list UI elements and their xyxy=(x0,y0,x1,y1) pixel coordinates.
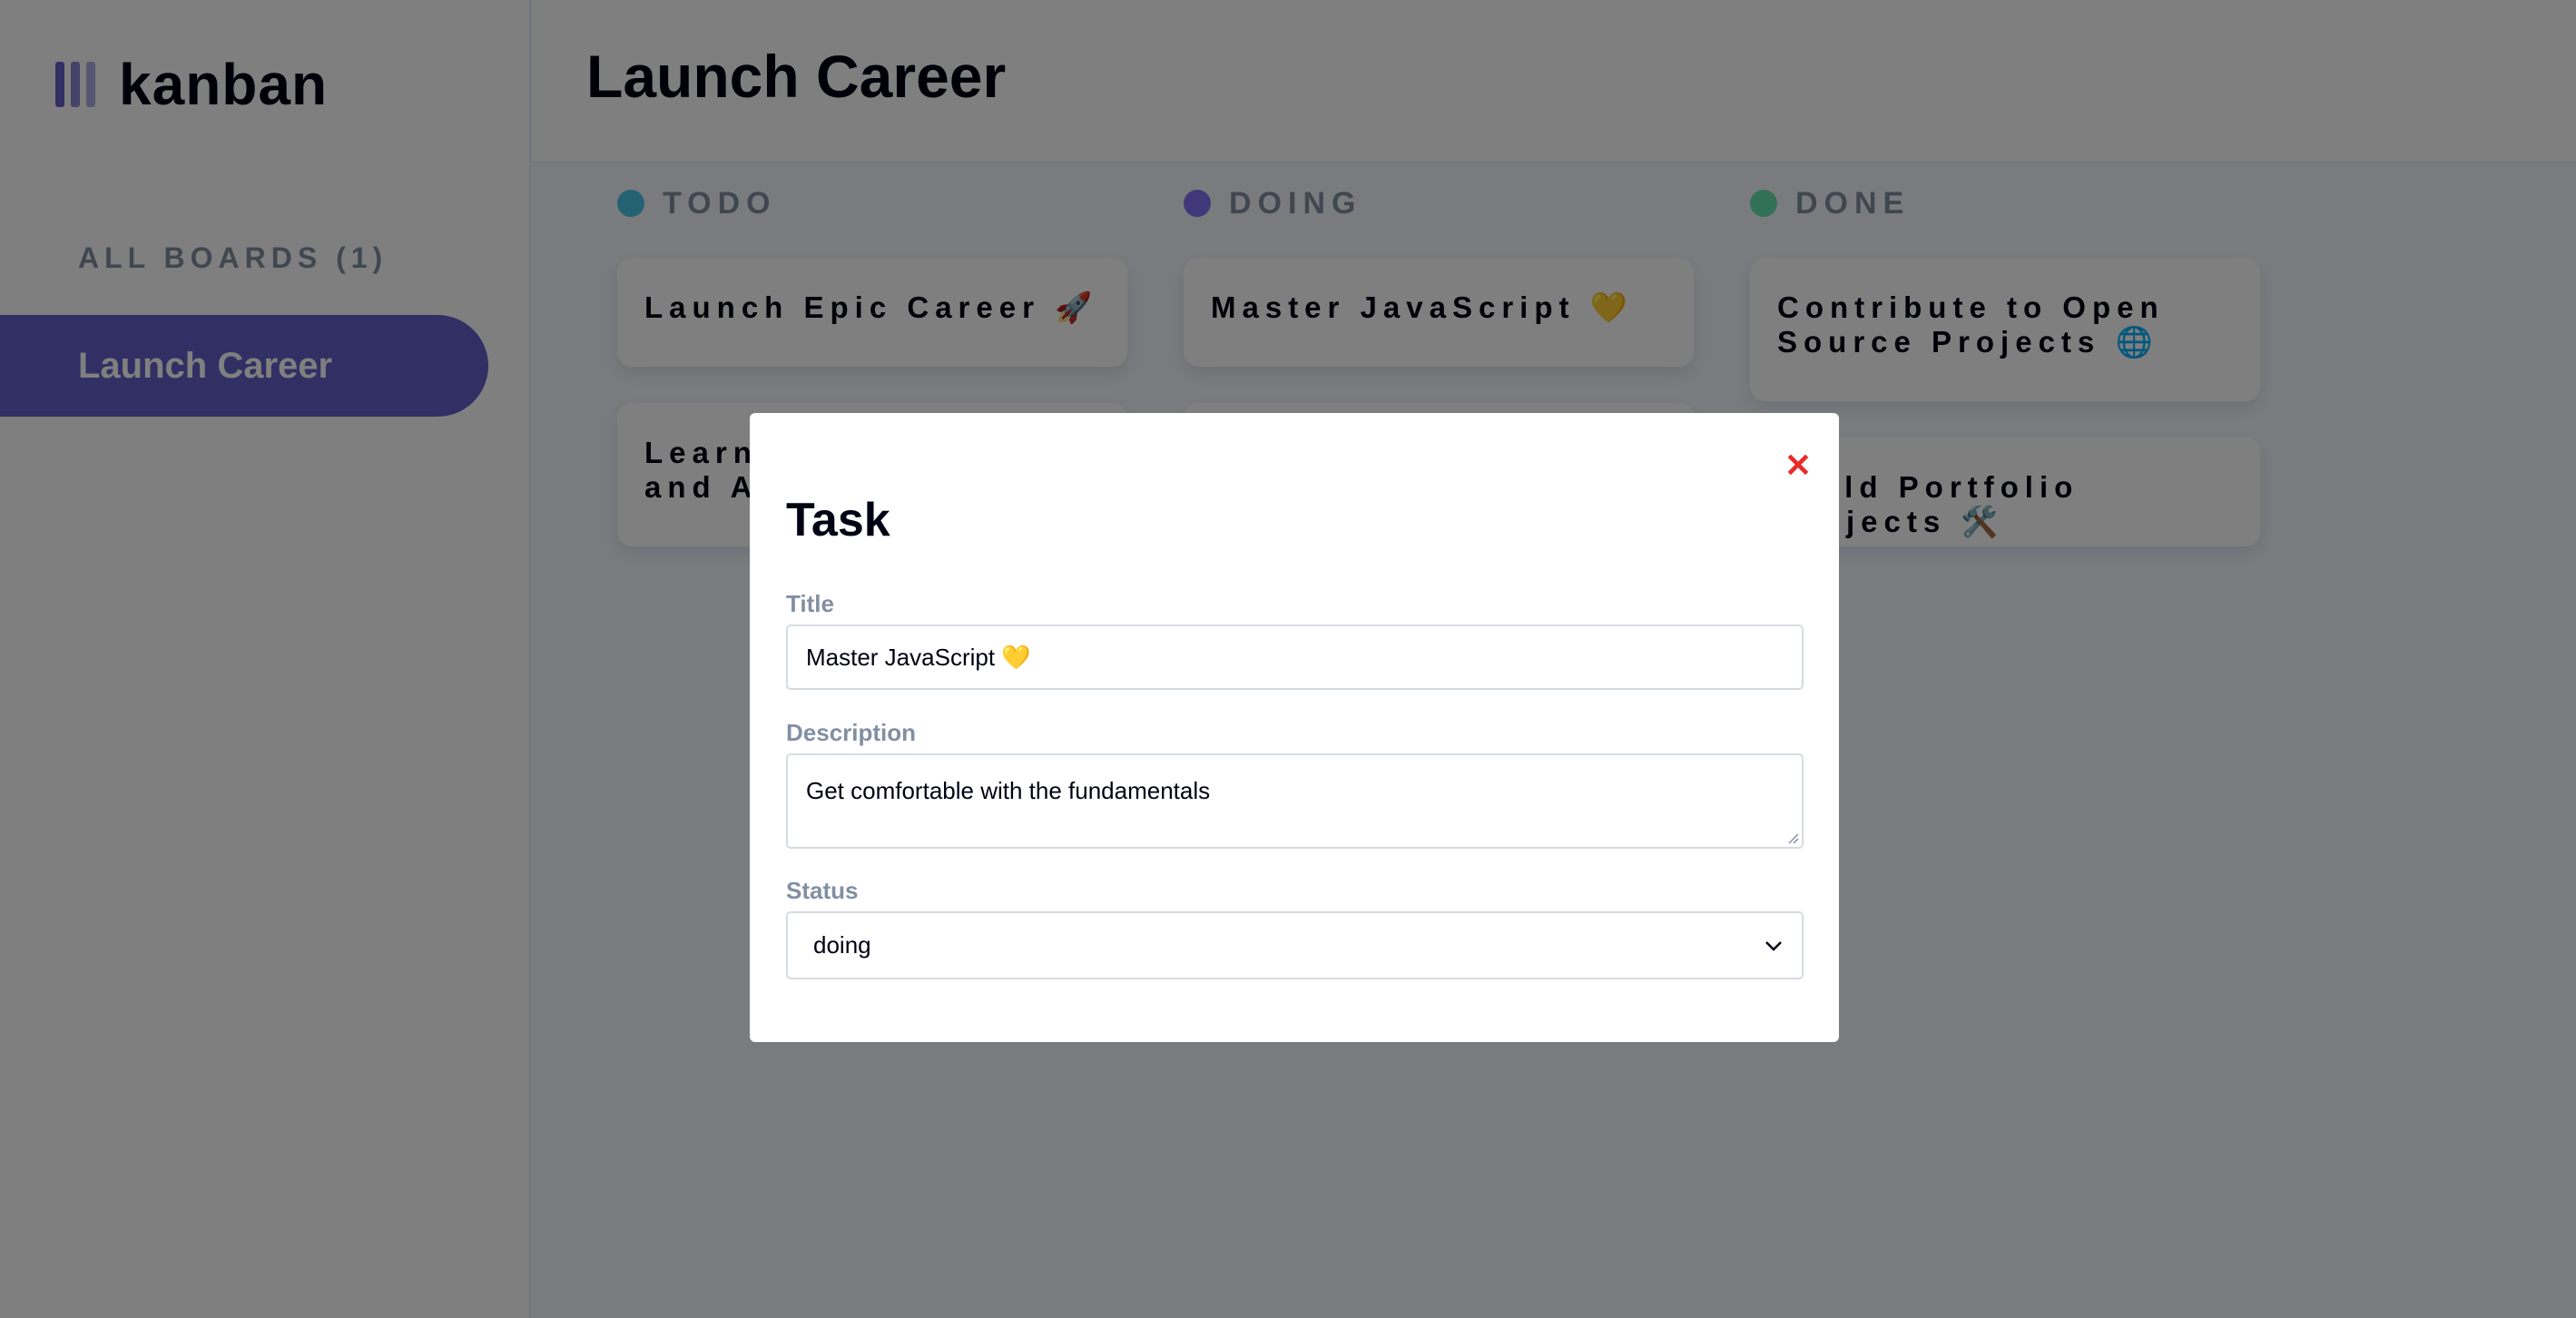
modal-title: Task xyxy=(786,494,890,546)
title-label: Title xyxy=(786,590,834,617)
status-label: Status xyxy=(786,877,859,904)
description-label: Description xyxy=(786,719,917,746)
resize-grip-icon[interactable] xyxy=(1786,831,1799,844)
status-select-value: doing xyxy=(813,931,871,959)
chevron-down-icon xyxy=(1765,940,1782,951)
title-input[interactable]: Master JavaScript 💛 xyxy=(786,625,1804,690)
close-icon[interactable]: ✕ xyxy=(1779,447,1817,485)
task-modal: ✕ Task Title Master JavaScript 💛 Descrip… xyxy=(750,413,1839,1042)
status-select[interactable]: doing xyxy=(786,911,1804,979)
description-textarea[interactable]: Get comfortable with the fundamentals xyxy=(786,753,1804,849)
title-input-value: Master JavaScript 💛 xyxy=(806,643,1031,671)
description-textarea-value: Get comfortable with the fundamentals xyxy=(806,777,1211,804)
